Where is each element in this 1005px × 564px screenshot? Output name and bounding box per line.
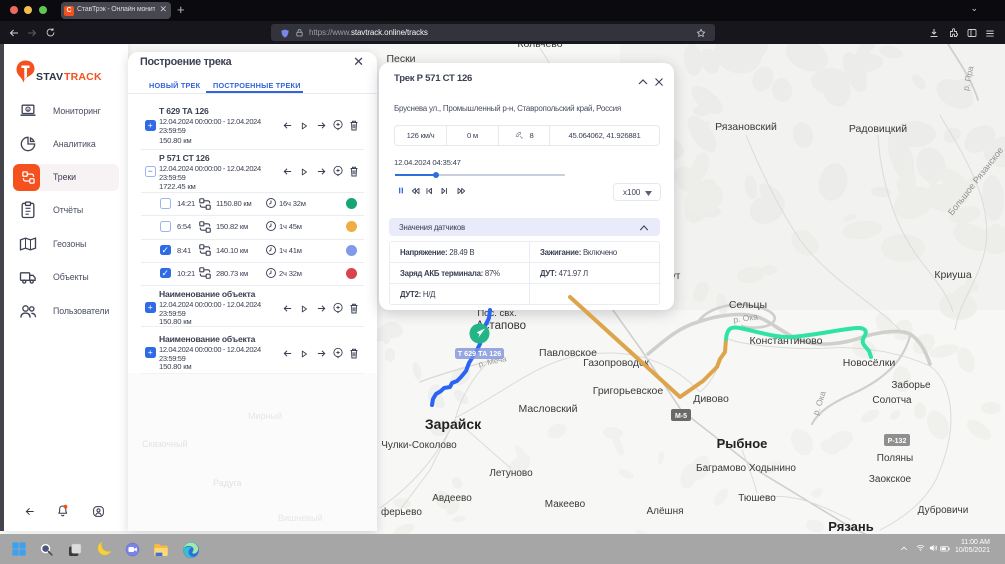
svg-text:Рязановский: Рязановский [715, 121, 777, 133]
svg-text:Константиново: Константиново [750, 335, 823, 347]
svg-text:Радовицкий: Радовицкий [849, 123, 907, 135]
svg-text:Зарайск: Зарайск [425, 416, 482, 432]
svg-text:ферьево: ферьево [381, 506, 422, 518]
svg-text:Солотча: Солотча [872, 395, 912, 406]
svg-text:Тюшево: Тюшево [738, 493, 776, 504]
svg-text:Летуново: Летуново [489, 468, 533, 479]
svg-text:Макеево: Макеево [545, 499, 586, 510]
svg-text:Сельцы: Сельцы [729, 299, 767, 311]
svg-text:Дубровичи: Дубровичи [918, 504, 969, 516]
svg-text:Чулки-Соколово: Чулки-Соколово [381, 440, 457, 451]
svg-text:Авдеево: Авдеево [432, 493, 472, 504]
svg-text:Новосёлки: Новосёлки [843, 357, 896, 369]
svg-text:Заборье: Заборье [891, 379, 931, 391]
svg-text:Дивово: Дивово [693, 393, 729, 405]
svg-text:Рязань: Рязань [828, 519, 873, 534]
svg-text:Кольчево: Кольчево [517, 44, 562, 50]
svg-text:TRACK: TRACK [64, 71, 102, 83]
svg-text:Павловское: Павловское [539, 347, 597, 359]
svg-text:Масловский: Масловский [518, 403, 577, 415]
svg-text:Астапово: Астапово [476, 320, 526, 332]
svg-text:Григорьевское: Григорьевское [593, 385, 664, 397]
svg-text:Алёшня: Алёшня [646, 506, 683, 517]
svg-text:Баграмово Ходынино: Баграмово Ходынино [696, 463, 796, 474]
svg-text:Заокское: Заокское [869, 474, 912, 485]
svg-text:Рыбное: Рыбное [717, 436, 768, 451]
svg-text:Криуша: Криуша [934, 269, 971, 281]
svg-text:STAV: STAV [36, 71, 63, 83]
svg-text:Поляны: Поляны [877, 453, 914, 464]
